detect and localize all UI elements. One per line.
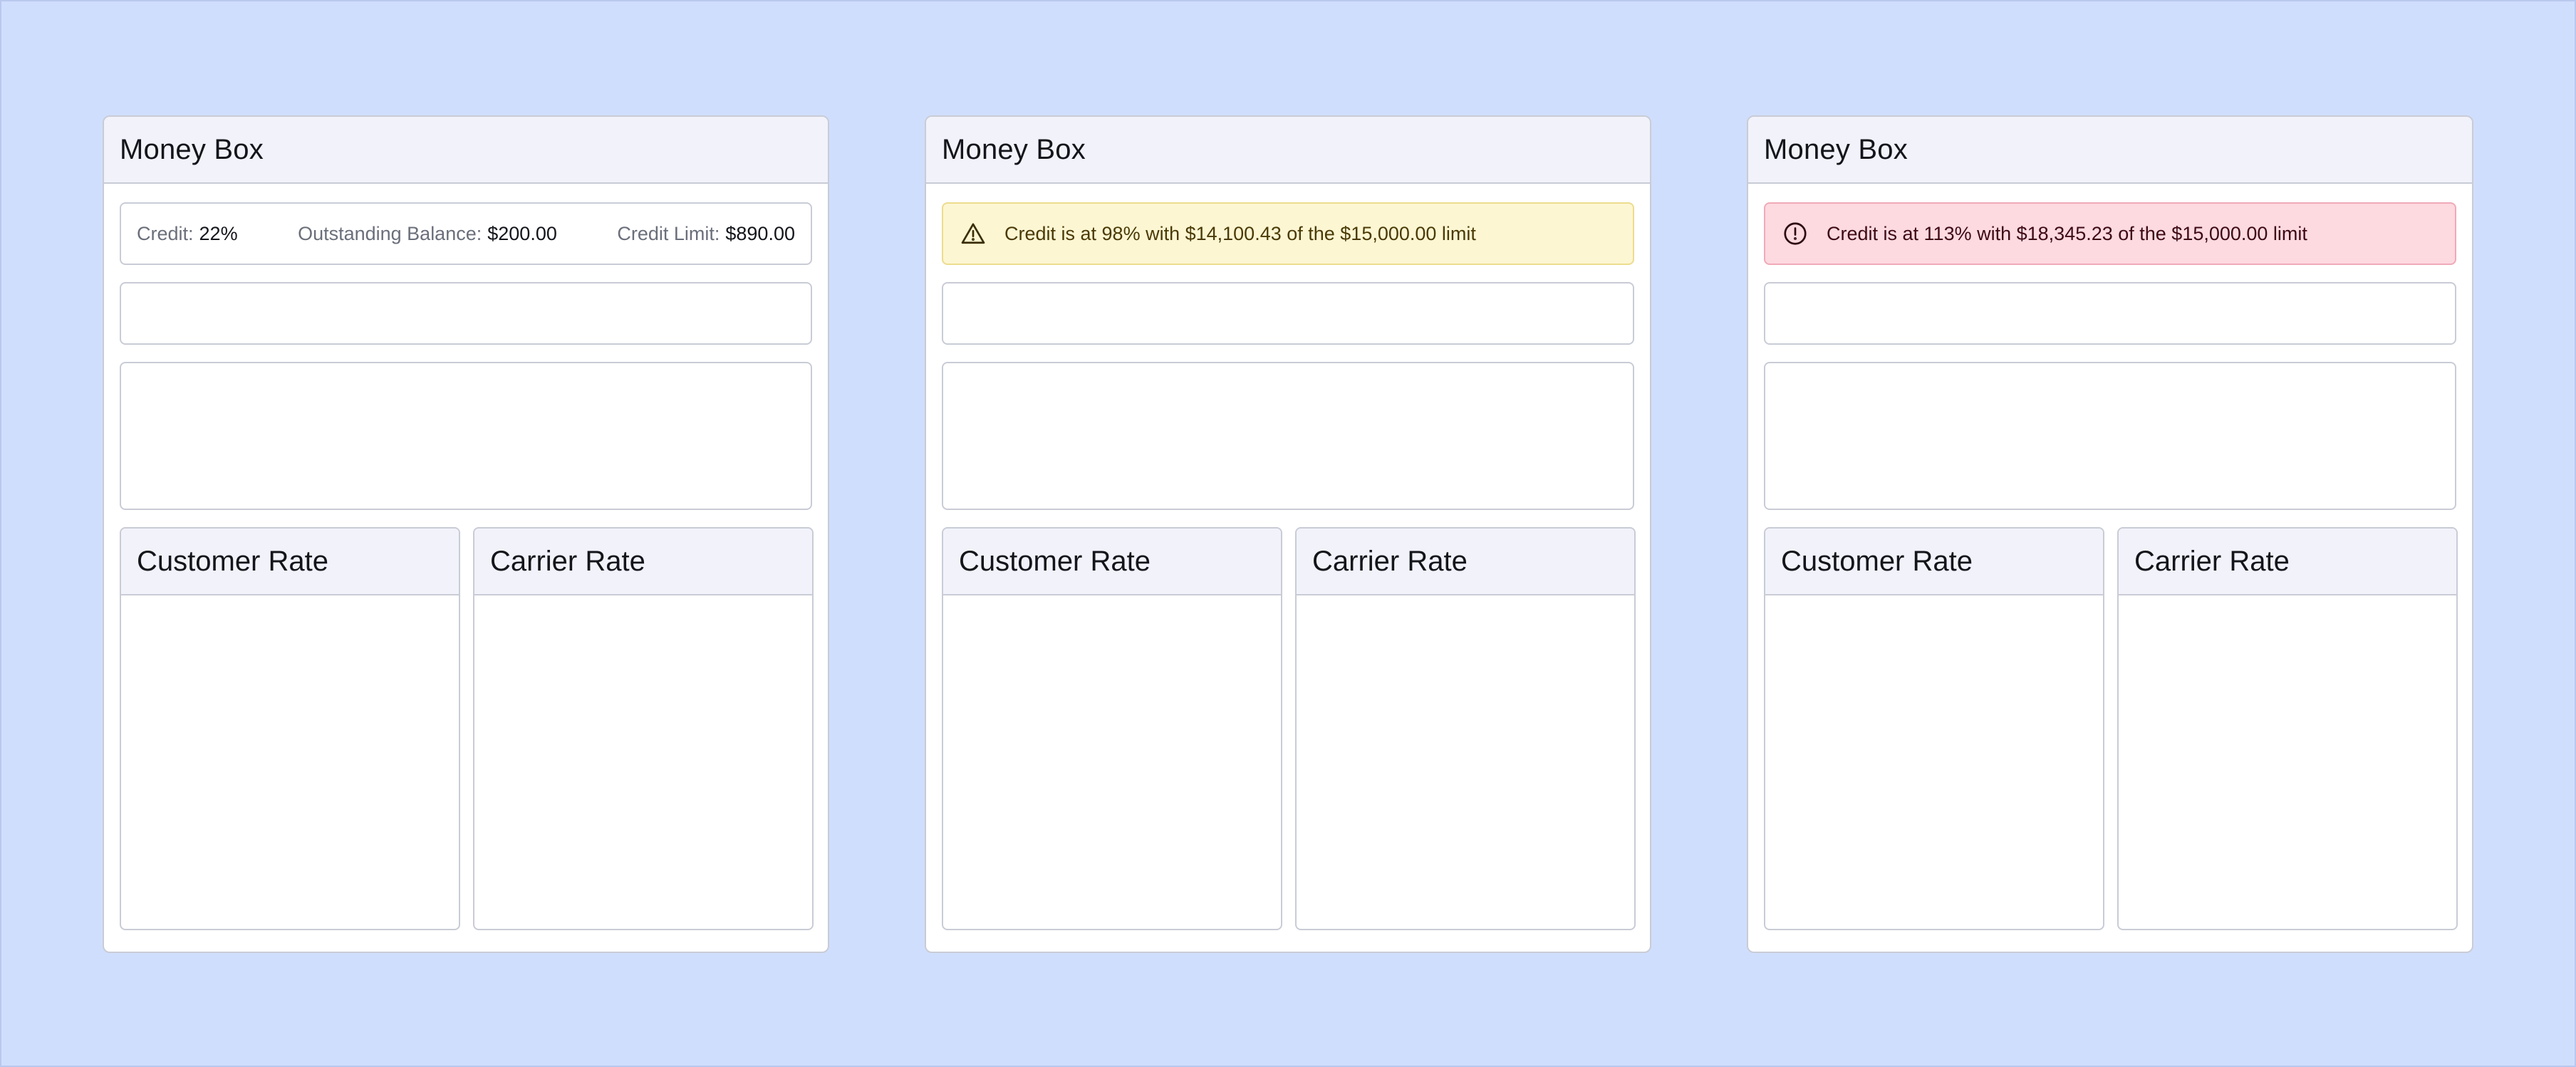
money-box-card: Money Box Credit: 22% Outstanding Balanc… <box>103 115 829 953</box>
customer-rate-title: Customer Rate <box>959 545 1151 577</box>
customer-rate-title: Customer Rate <box>1781 545 1973 577</box>
credit-danger-alert: Credit is at 113% with $18,345.23 of the… <box>1764 202 2456 265</box>
alert-text: Credit is at 98% with $14,100.43 of the … <box>1004 222 1476 244</box>
customer-rate-panel: Customer Rate <box>1764 527 2104 930</box>
carrier-rate-header: Carrier Rate <box>2119 529 2456 595</box>
carrier-rate-title: Carrier Rate <box>1312 545 1468 577</box>
placeholder-field <box>942 282 1634 345</box>
customer-rate-panel: Customer Rate <box>942 527 1282 930</box>
customer-rate-title: Customer Rate <box>137 545 328 577</box>
carrier-rate-panel: Carrier Rate <box>473 527 814 930</box>
card-title: Money Box <box>942 133 1086 165</box>
placeholder-field <box>120 282 812 345</box>
customer-rate-header: Customer Rate <box>943 529 1281 595</box>
carrier-rate-panel: Carrier Rate <box>2117 527 2458 930</box>
placeholder-field <box>1764 282 2456 345</box>
credit-value: 22% <box>199 222 238 244</box>
carrier-rate-header: Carrier Rate <box>1297 529 1634 595</box>
credit-summary-bar: Credit: 22% Outstanding Balance: $200.00… <box>120 202 812 265</box>
card-header: Money Box <box>926 117 1650 184</box>
carrier-rate-title: Carrier Rate <box>2134 545 2290 577</box>
credit-limit-value: $890.00 <box>725 222 795 244</box>
placeholder-panel <box>1764 362 2456 510</box>
credit-label: Credit: <box>137 222 194 244</box>
credit-limit-stat: Credit Limit: $890.00 <box>617 223 795 245</box>
alert-text: Credit is at 113% with $18,345.23 of the… <box>1827 222 2307 244</box>
carrier-rate-panel: Carrier Rate <box>1295 527 1636 930</box>
card-header: Money Box <box>1748 117 2472 184</box>
carrier-rate-header: Carrier Rate <box>474 529 812 595</box>
card-header: Money Box <box>104 117 828 184</box>
credit-warning-alert: Credit is at 98% with $14,100.43 of the … <box>942 202 1634 265</box>
outstanding-balance-stat: Outstanding Balance: $200.00 <box>298 223 557 245</box>
money-box-card: Money Box Credit is at 113% with $18,345… <box>1747 115 2473 953</box>
placeholder-panel <box>942 362 1634 510</box>
customer-rate-header: Customer Rate <box>121 529 459 595</box>
card-title: Money Box <box>1764 133 1908 165</box>
money-box-card: Money Box Credit is at 98% with $14,100.… <box>925 115 1651 953</box>
credit-stat: Credit: 22% <box>137 223 238 245</box>
card-title: Money Box <box>120 133 264 165</box>
placeholder-panel <box>120 362 812 510</box>
credit-limit-label: Credit Limit: <box>617 222 720 244</box>
alert-circle-icon <box>1782 221 1808 246</box>
warning-triangle-icon <box>960 221 986 246</box>
carrier-rate-title: Carrier Rate <box>490 545 645 577</box>
outstanding-balance-value: $200.00 <box>487 222 557 244</box>
customer-rate-panel: Customer Rate <box>120 527 460 930</box>
outstanding-balance-label: Outstanding Balance: <box>298 222 482 244</box>
customer-rate-header: Customer Rate <box>1765 529 2103 595</box>
